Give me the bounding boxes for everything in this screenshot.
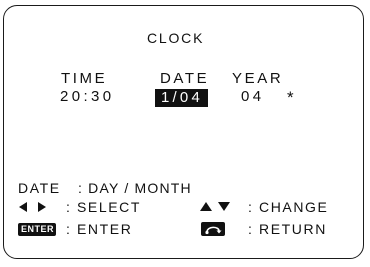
year-column-label: YEAR [232,70,284,87]
change-marker: * [287,88,294,107]
up-triangle-icon [200,202,212,211]
date-column-label: DATE [160,70,210,87]
left-triangle-icon [19,202,27,212]
return-key-icon [201,222,225,236]
return-hint: : RETURN [248,221,327,237]
right-triangle-icon [38,202,46,212]
enter-hint: : ENTER [66,221,133,237]
date-value-selected[interactable]: 1/04 [155,89,208,107]
date-format-value: : DAY / MONTH [78,180,192,196]
enter-key-icon: ENTER [18,223,57,236]
page-title: CLOCK [147,30,205,46]
year-value[interactable]: 04 [241,89,265,104]
return-arrow-icon [205,226,222,235]
date-format-label: DATE [18,180,61,196]
time-column-label: TIME [61,70,108,87]
select-hint: : SELECT [66,199,142,215]
down-triangle-icon [218,202,230,211]
time-value[interactable]: 20:30 [60,89,115,104]
change-hint: : CHANGE [248,199,329,215]
